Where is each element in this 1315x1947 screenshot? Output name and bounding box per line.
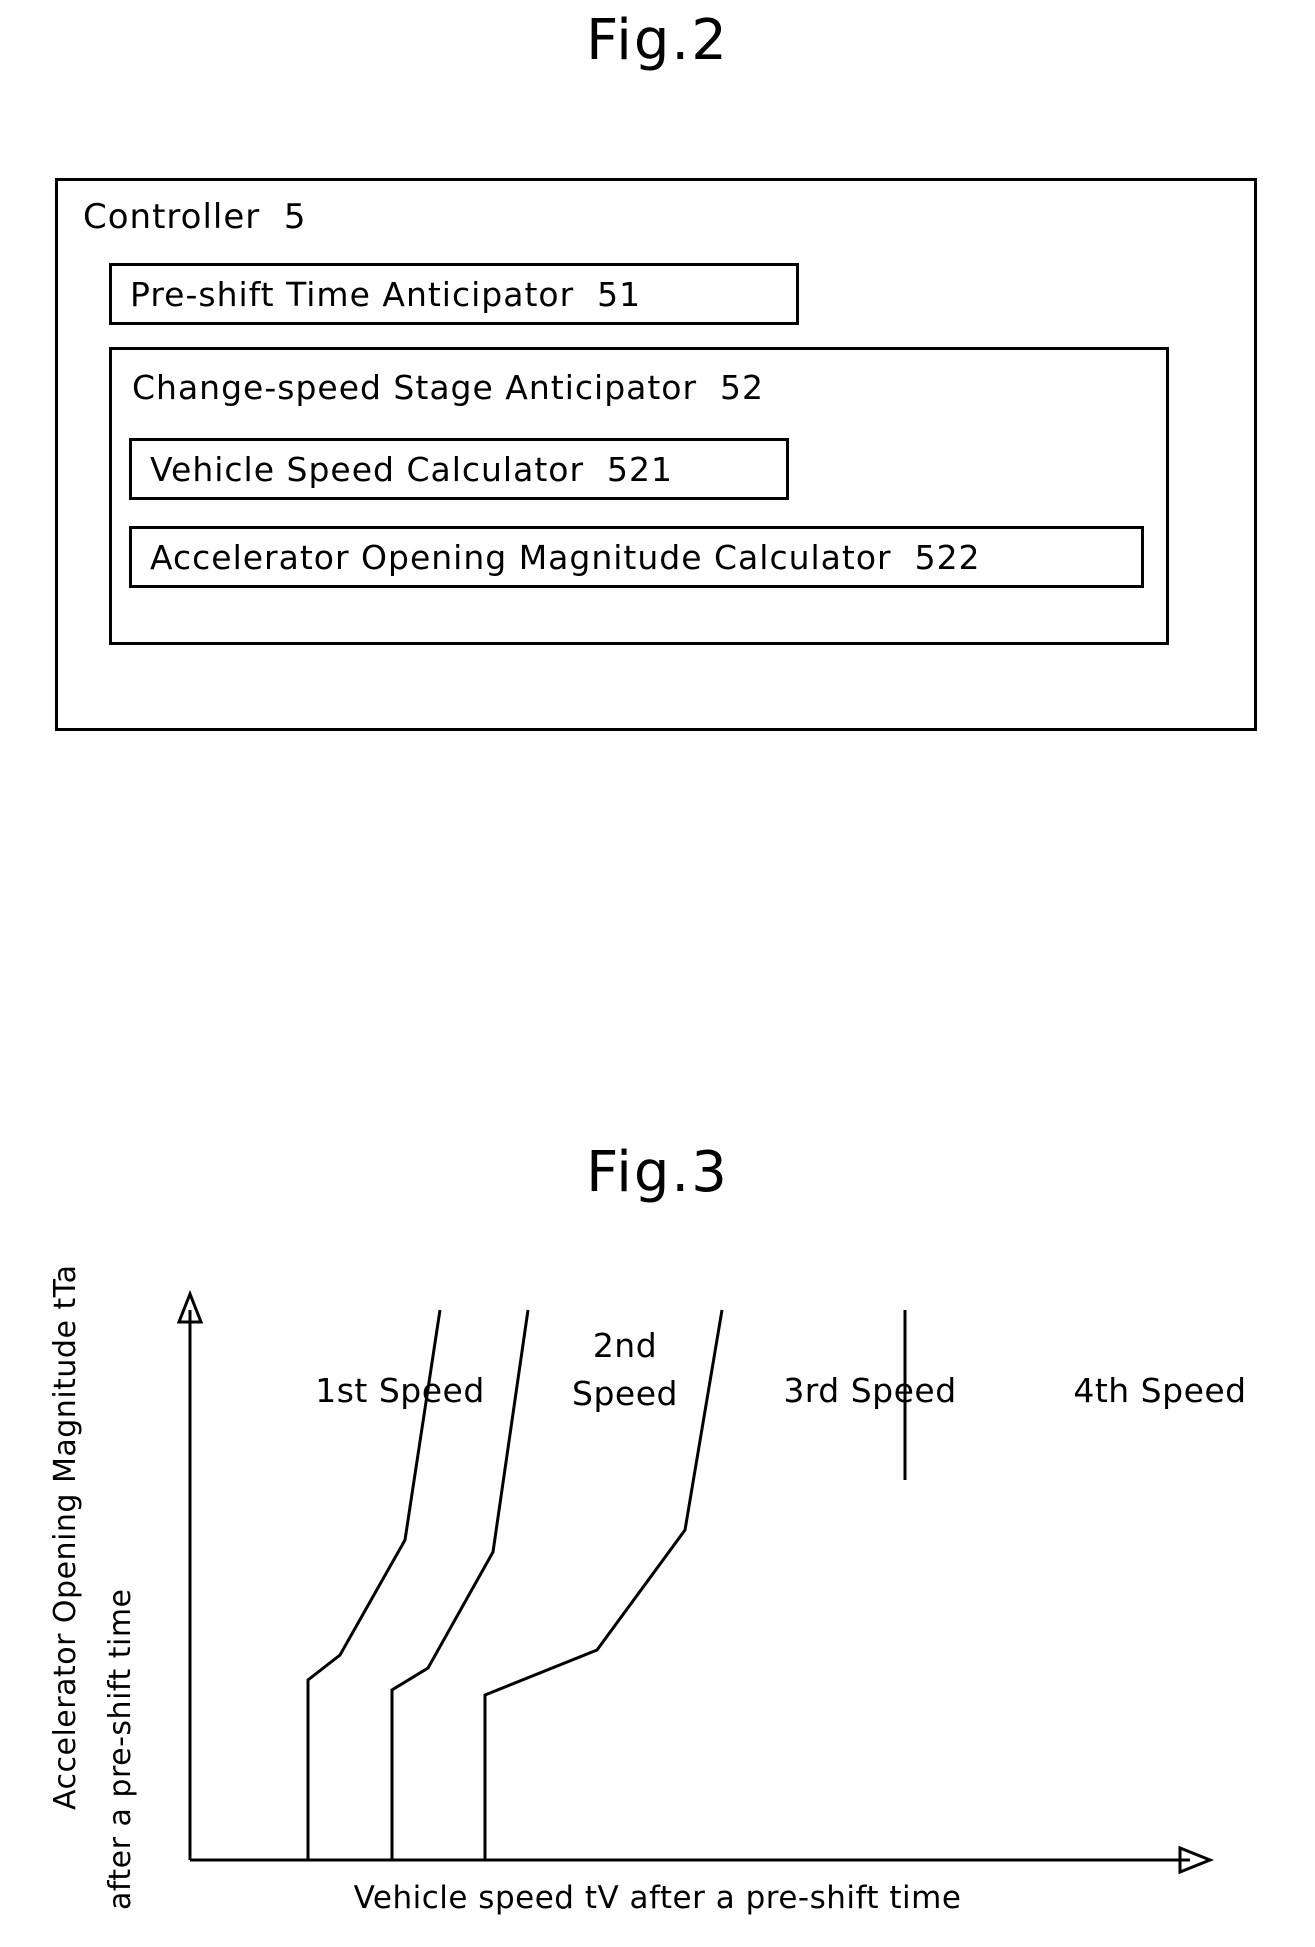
pre-shift-time-anticipator-label: Pre-shift Time Anticipator 51: [130, 274, 642, 314]
pre-shift-time-anticipator-box: Pre-shift Time Anticipator 51: [109, 263, 799, 325]
fig3-y-axis-label-line1: Accelerator Opening Magnitude tTa: [48, 1264, 83, 1810]
curve-label-1st-speed: 1st Speed: [315, 1371, 485, 1410]
fig3-y-axis-label-line2: after a pre-shift time: [103, 1588, 138, 1910]
fig3-title: Fig.3: [586, 1140, 729, 1205]
curve-label-2nd-speed: 2nd Speed: [572, 1326, 678, 1413]
fig2-title: Fig.2: [586, 8, 729, 73]
vehicle-speed-calculator-box: Vehicle Speed Calculator 521: [129, 438, 789, 500]
change-speed-stage-anticipator-box: Change-speed Stage Anticipator 52 Vehicl…: [109, 347, 1169, 645]
controller-label: Controller 5: [83, 197, 307, 237]
fig3-x-axis-label: Vehicle speed tV after a pre-shift time: [353, 1880, 962, 1916]
accelerator-opening-magnitude-calculator-box: Accelerator Opening Magnitude Calculator…: [129, 526, 1144, 588]
curve-label-4th-speed: 4th Speed: [1073, 1371, 1247, 1410]
fig2-controller-box: Controller 5 Pre-shift Time Anticipator …: [55, 178, 1257, 731]
curve-label-3rd-speed: 3rd Speed: [783, 1371, 957, 1410]
fig3-plot-area: [150, 1280, 1280, 1880]
change-speed-stage-anticipator-label: Change-speed Stage Anticipator 52: [132, 368, 765, 407]
accelerator-opening-magnitude-calculator-label: Accelerator Opening Magnitude Calculator…: [150, 537, 981, 577]
vehicle-speed-calculator-label: Vehicle Speed Calculator 521: [150, 449, 673, 489]
